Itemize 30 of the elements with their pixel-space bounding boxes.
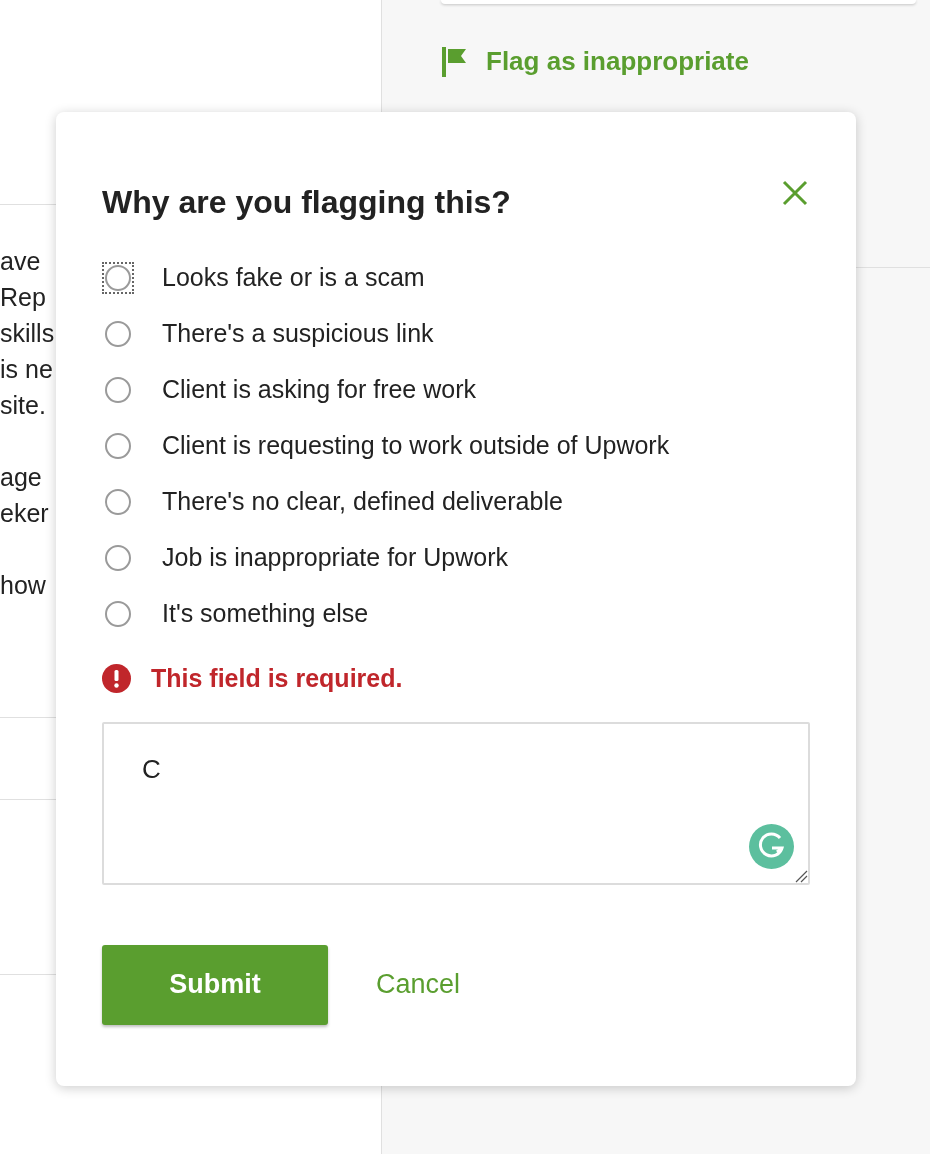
option-label: There's a suspicious link [162, 318, 434, 350]
body-text: Rep [0, 282, 46, 313]
dialog-title: Why are you flagging this? [102, 183, 511, 222]
option-label: Job is inappropriate for Upwork [162, 542, 508, 574]
body-text: is ne [0, 354, 53, 385]
resize-grip-icon[interactable] [794, 868, 808, 883]
body-text: how [0, 570, 46, 601]
option-label: Looks fake or is a scam [162, 262, 425, 294]
cancel-link[interactable]: Cancel [376, 964, 461, 1005]
error-message: This field is required. [151, 663, 403, 694]
option-label: There's no clear, defined deliverable [162, 486, 563, 518]
option-label: Client is asking for free work [162, 374, 476, 406]
comment-field[interactable]: C [102, 721, 810, 885]
body-text: skills [0, 318, 55, 349]
radio-button[interactable] [105, 489, 131, 515]
body-text: site. [0, 390, 46, 421]
submit-button[interactable]: Submit [102, 944, 328, 1025]
body-text: ave [0, 246, 41, 277]
flag-icon [442, 46, 468, 77]
body-text: age [0, 462, 42, 493]
body-text: eker [0, 498, 49, 529]
radio-button[interactable] [105, 433, 131, 459]
radio-button[interactable] [105, 321, 131, 347]
radio-button[interactable] [105, 601, 131, 627]
radio-button[interactable] [105, 377, 131, 403]
flag-link[interactable]: Flag as inappropriate [486, 42, 749, 81]
option-label: It's something else [162, 598, 369, 630]
error-icon [102, 664, 131, 694]
radio-button[interactable] [105, 545, 131, 571]
option-label: Client is requesting to work outside of Upwork [162, 430, 670, 462]
